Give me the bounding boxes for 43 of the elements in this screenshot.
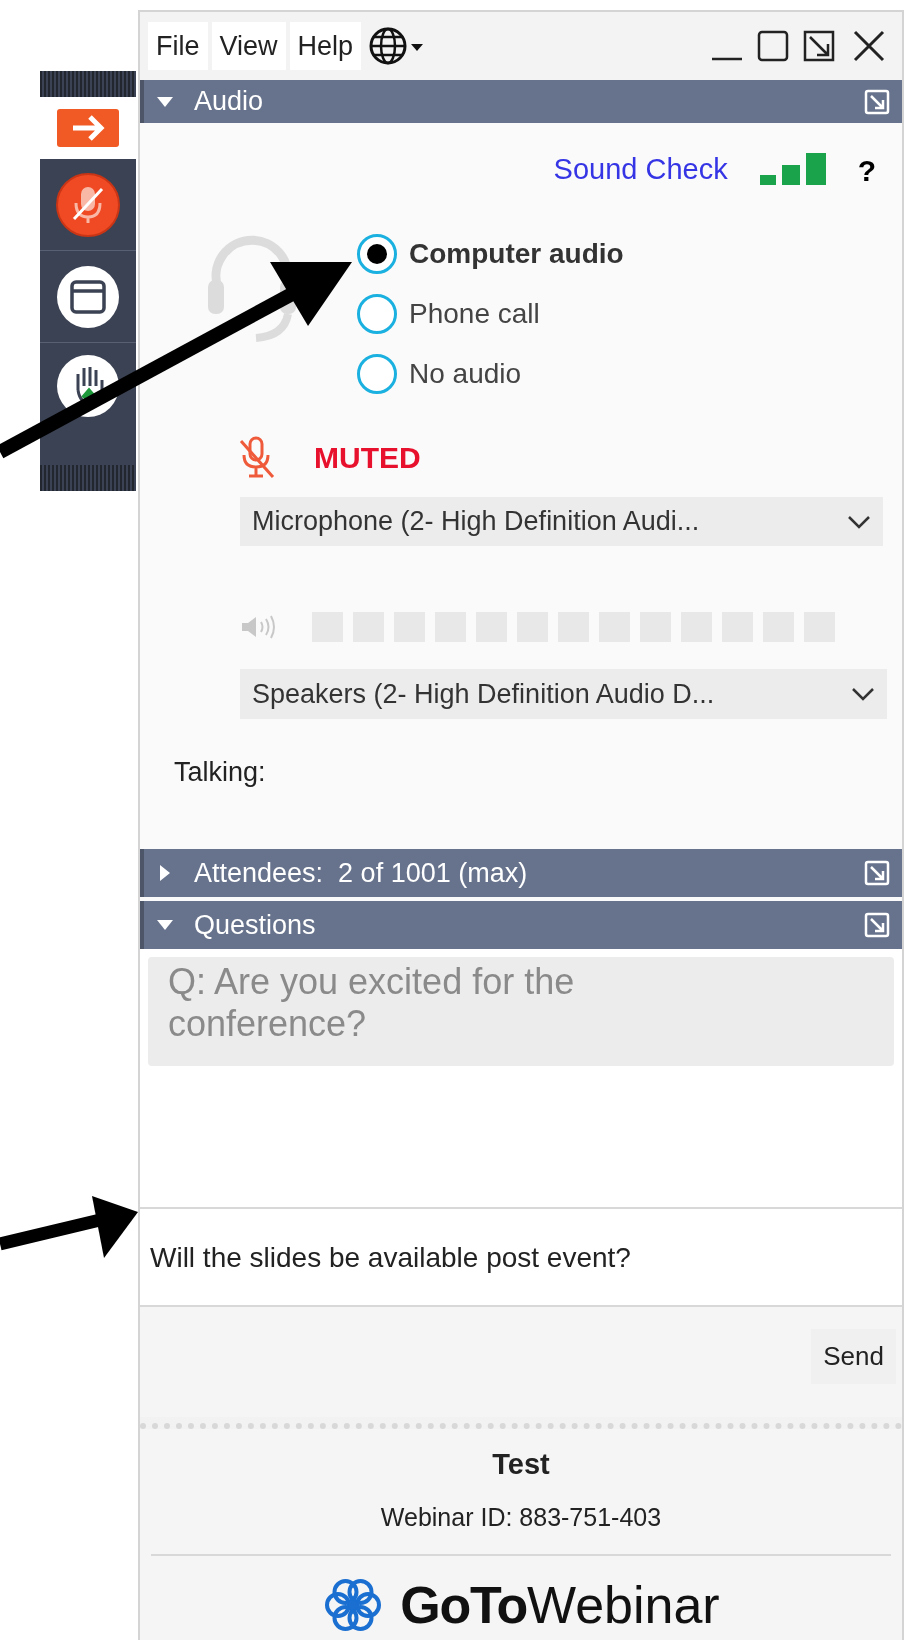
grip-stripes-icon: [40, 71, 136, 97]
menu-item[interactable]: View: [211, 21, 286, 71]
webinar-id: Webinar ID: 883-751-403: [380, 1501, 662, 1533]
radio-button[interactable]: [357, 294, 397, 334]
arrow-right-icon: [57, 109, 119, 147]
maximize-icon[interactable]: [756, 29, 790, 63]
audio-option[interactable]: Phone call: [357, 284, 624, 344]
audio-option[interactable]: Computer audio: [357, 224, 624, 284]
section-header[interactable]: Audio: [140, 80, 902, 123]
menu-item[interactable]: File: [148, 21, 208, 71]
section-header[interactable]: Attendees: 2 of 1001 (max): [140, 849, 902, 897]
audio-option[interactable]: No audio: [357, 344, 624, 404]
talking-label: Talking:: [174, 755, 266, 789]
close-icon[interactable]: [852, 29, 886, 63]
device-dropdown[interactable]: Microphone (2- High Definition Audi...: [240, 497, 883, 546]
chevron-down-icon: [851, 687, 875, 701]
brand-logo: GoToWebinar: [322, 1566, 720, 1640]
mute-status: MUTED: [314, 439, 421, 476]
sound-check-link[interactable]: Sound Check: [553, 148, 728, 192]
resize-grip[interactable]: [140, 1417, 902, 1429]
device-dropdown[interactable]: Speakers (2- High Definition Audio D...: [240, 669, 887, 719]
webinar-title: Test: [492, 1447, 550, 1482]
globe-icon[interactable]: [369, 26, 426, 66]
question-bubble: Q: Are you excited for the conference?: [148, 957, 894, 1066]
microphone-off-icon: [56, 172, 120, 237]
window-icon: [56, 264, 120, 329]
microphone-muted-icon: [238, 435, 276, 479]
radio-button[interactable]: [357, 234, 397, 274]
section-title: Audio: [194, 85, 264, 119]
speaker-icon: [240, 614, 276, 640]
chevron-down-icon: [847, 514, 871, 529]
grip-stripes-icon: [40, 465, 136, 491]
menu-item[interactable]: Help: [289, 21, 362, 71]
section-title: Attendees: 2 of 1001 (max): [194, 856, 528, 890]
radio-button[interactable]: [357, 354, 397, 394]
section-header[interactable]: Questions: [140, 901, 902, 949]
question-input[interactable]: Will the slides be available post event?: [140, 1207, 902, 1307]
raise-hand-icon: [56, 354, 120, 418]
popout-icon[interactable]: [802, 29, 836, 63]
section-title: Questions: [194, 908, 316, 942]
help-button[interactable]: ?: [857, 147, 876, 193]
send-button[interactable]: Send: [811, 1329, 896, 1384]
signal-bars-icon: [759, 153, 826, 187]
